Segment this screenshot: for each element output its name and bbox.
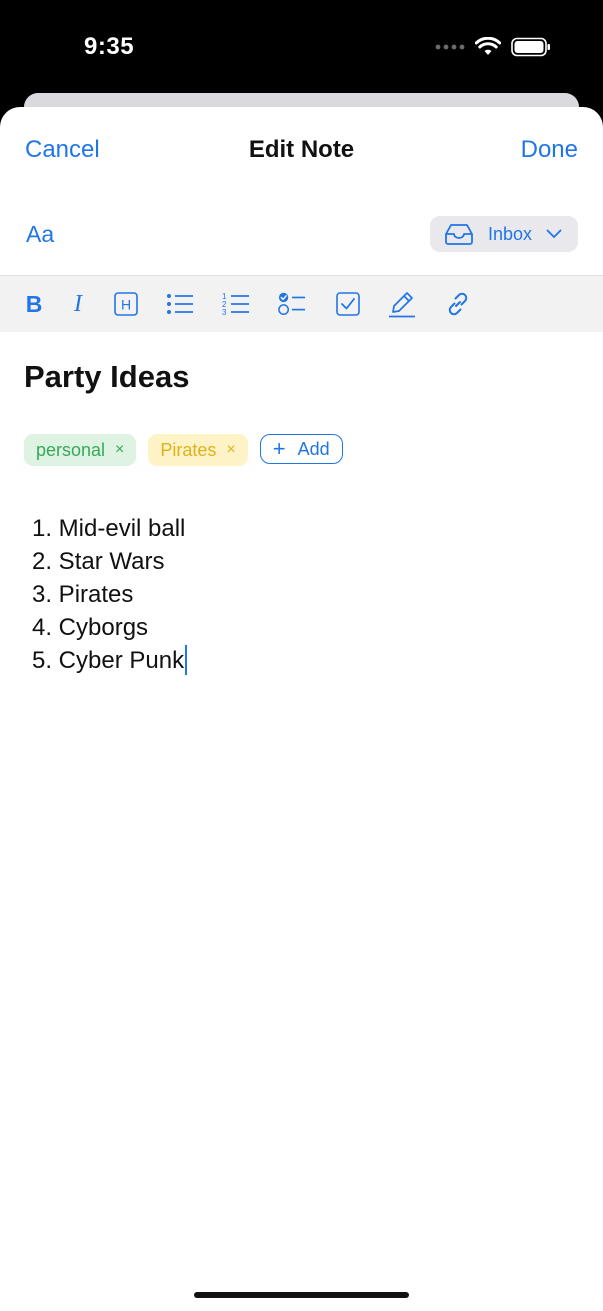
list-item: 5. Cyber Punk xyxy=(32,647,185,674)
text-cursor xyxy=(185,644,188,675)
list-item: 2. Star Wars xyxy=(32,548,165,575)
heading-icon: H xyxy=(114,292,138,316)
add-tag-button[interactable]: + Add xyxy=(259,434,343,464)
tag-label: Pirates xyxy=(160,439,217,460)
bold-button[interactable]: B xyxy=(20,290,48,318)
highlight-button[interactable] xyxy=(388,290,416,318)
tag-personal[interactable]: personal × xyxy=(24,434,137,466)
note-body[interactable]: 1. Mid-evil ball 2. Star Wars 3. Pirates… xyxy=(32,512,188,677)
numbered-list-button[interactable]: 1 2 3 xyxy=(222,290,250,318)
bullet-list-button[interactable] xyxy=(166,290,194,318)
tag-label: personal xyxy=(36,439,106,460)
checklist-icon xyxy=(278,292,306,316)
link-icon xyxy=(448,292,468,316)
plus-icon: + xyxy=(272,436,286,461)
tag-list: personal × Pirates × + Add xyxy=(24,434,343,466)
list-item-last: 5. Cyber Punk xyxy=(32,644,188,677)
checkbox-button[interactable] xyxy=(334,290,362,318)
heading-button[interactable]: H xyxy=(112,290,140,318)
battery-icon xyxy=(511,37,550,57)
page-title: Edit Note xyxy=(248,136,355,163)
tag-pirates[interactable]: Pirates × xyxy=(148,434,248,466)
numbered-list-icon: 1 2 3 xyxy=(222,292,249,316)
svg-text:H: H xyxy=(121,297,131,313)
list-item: 4. Cyborgs xyxy=(32,614,149,641)
checkbox-icon xyxy=(336,292,360,316)
checklist-button[interactable] xyxy=(278,290,306,318)
highlighter-pen-icon xyxy=(389,292,415,318)
edit-note-sheet: Cancel Edit Note Done Aa Inbox B I H 1 2… xyxy=(0,107,603,1311)
folder-picker-button[interactable]: Inbox xyxy=(430,216,578,252)
formatting-toolbar: B I H 1 2 3 xyxy=(0,275,603,332)
close-icon[interactable]: × xyxy=(226,441,235,459)
link-button[interactable] xyxy=(444,290,472,318)
wifi-icon xyxy=(475,37,501,55)
text-style-button[interactable]: Aa xyxy=(26,221,54,248)
list-item: 1. Mid-evil ball xyxy=(32,515,186,542)
status-icons xyxy=(435,37,551,57)
screen: 9:35 Cancel Edit Note Done Aa Inbox B I … xyxy=(0,0,603,1311)
list-item: 3. Pirates xyxy=(32,581,134,608)
done-button[interactable]: Done xyxy=(521,136,578,164)
note-title[interactable]: Party Ideas xyxy=(24,359,189,395)
status-time: 9:35 xyxy=(84,33,135,60)
cellular-signal-icon xyxy=(435,44,465,50)
home-indicator[interactable] xyxy=(194,1292,409,1298)
close-icon[interactable]: × xyxy=(115,441,124,459)
svg-text:3: 3 xyxy=(222,308,227,316)
add-tag-label: Add xyxy=(297,438,330,459)
bullet-list-icon xyxy=(167,294,193,314)
inbox-tray-icon xyxy=(444,223,474,245)
format-row: Aa Inbox xyxy=(0,211,603,261)
folder-label: Inbox xyxy=(488,223,533,244)
italic-button[interactable]: I xyxy=(64,290,92,318)
chevron-down-icon xyxy=(546,229,562,239)
navigation-bar: Cancel Edit Note Done xyxy=(0,131,603,171)
